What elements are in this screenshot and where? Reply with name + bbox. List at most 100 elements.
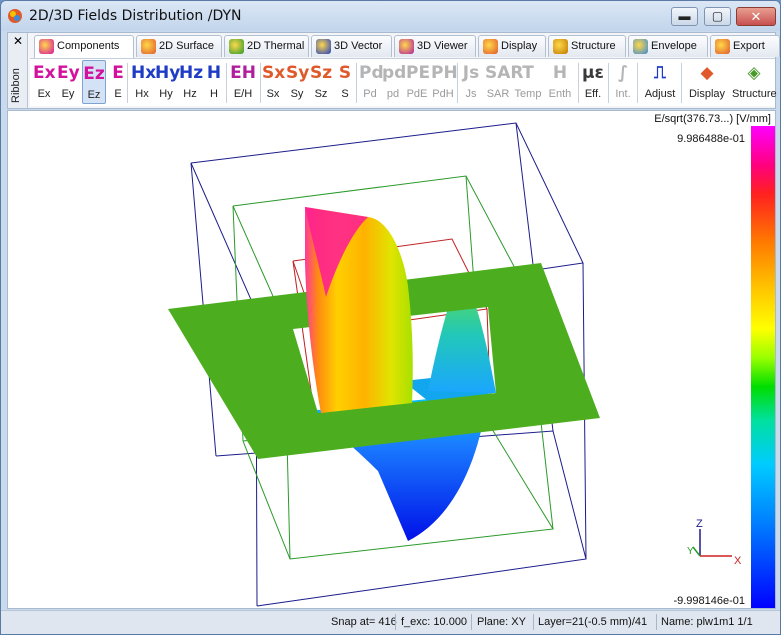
status-plane: Plane: XY: [477, 616, 526, 628]
component-button-sar[interactable]: SAR SAR: [485, 60, 524, 104]
component-glyph-icon: pd: [382, 63, 407, 83]
component-button-label: Hy: [159, 88, 173, 100]
tab-display[interactable]: Display: [478, 35, 546, 57]
component-button-label: Hz: [183, 88, 197, 100]
status-snap: Snap at= 416: [331, 616, 397, 628]
component-glyph-icon: Hy: [155, 63, 181, 83]
tab-label: 3D Viewer: [417, 40, 468, 52]
component-button-ey[interactable]: Ey Ey: [57, 60, 80, 104]
component-button-sx[interactable]: Sx Sx: [262, 60, 286, 104]
component-button-ez[interactable]: Ez Ez: [82, 60, 106, 104]
minimize-icon: ▬: [678, 9, 691, 23]
component-glyph-icon: T: [522, 63, 534, 83]
component-button-hz[interactable]: Hz Hz: [179, 60, 204, 104]
component-button-js[interactable]: Js Js: [460, 60, 482, 104]
ribbon: ✕ Ribbon Components 2D Surface 2D Thermal 3…: [7, 32, 780, 109]
structure-icon: [553, 39, 568, 54]
tab-envelope[interactable]: Envelope: [628, 35, 708, 57]
component-button-label: Pd: [363, 88, 377, 100]
tab-label: 2D Surface: [159, 40, 215, 52]
component-button-e-h[interactable]: EH E/H: [228, 60, 258, 104]
tab-export[interactable]: Export: [710, 35, 780, 57]
colorbar-max-value: 9.986488e-01: [677, 133, 745, 145]
maximize-button[interactable]: ▢: [704, 7, 731, 26]
component-glyph-icon: S: [338, 63, 352, 83]
axis-y-label: Y: [687, 546, 694, 557]
component-button-sz[interactable]: Sz Sz: [310, 60, 332, 104]
display-icon: [483, 39, 498, 54]
toolbar-separator: [226, 63, 227, 103]
toolbar-separator: [356, 63, 357, 103]
component-button-pd[interactable]: Pd Pd: [359, 60, 384, 104]
close-button[interactable]: ✕: [736, 7, 776, 26]
component-glyph-icon: Sx: [262, 63, 286, 83]
component-button-hy[interactable]: Hy Hy: [155, 60, 181, 104]
component-button-label: E: [114, 88, 122, 100]
component-button-structure[interactable]: ◈ Structure: [732, 60, 777, 104]
fields-distribution-window: 2D/3D Fields Distribution /DYN ▬ ▢ ✕ ✕ R…: [0, 0, 781, 635]
tab-3d-vector[interactable]: 3D Vector: [311, 35, 392, 57]
component-button-temp[interactable]: T Temp: [513, 60, 543, 104]
component-glyph-icon: Sy: [286, 63, 310, 83]
tab-label: Export: [733, 40, 765, 52]
component-button-pdh[interactable]: PH PdH: [431, 60, 458, 104]
tab-structure[interactable]: Structure: [548, 35, 626, 57]
tab-3d-viewer[interactable]: 3D Viewer: [394, 35, 476, 57]
component-button-pd[interactable]: pd pd: [382, 60, 407, 104]
component-button-hx[interactable]: Hx Hx: [131, 60, 156, 104]
component-button-enth[interactable]: H Enth: [546, 60, 574, 104]
component-button-label: H: [210, 88, 218, 100]
tab-components[interactable]: Components: [34, 35, 134, 58]
component-button-adjust[interactable]: ⎍ Adjust: [640, 60, 680, 104]
toolbar-separator: [260, 63, 261, 103]
component-button-int-[interactable]: ∫ Int.: [610, 60, 636, 104]
component-button-label: Ez: [87, 89, 101, 101]
minimize-button[interactable]: ▬: [671, 7, 698, 26]
component-button-display[interactable]: ◆ Display: [686, 60, 728, 104]
axis-x-label: X: [734, 555, 742, 567]
component-glyph-icon: Hz: [179, 63, 204, 83]
thermal-icon: [229, 39, 244, 54]
3d-field-viewport[interactable]: Z X Y E/sqrt(376.73...) [V/mm] 9.986488e…: [7, 110, 776, 609]
component-button-e[interactable]: EE: [107, 60, 129, 104]
tab-label: 3D Vector: [334, 40, 383, 52]
component-button-sy[interactable]: Sy Sy: [286, 60, 310, 104]
status-divider: [471, 614, 472, 630]
title-bar[interactable]: 2D/3D Fields Distribution /DYN ▬ ▢ ✕: [1, 1, 780, 31]
component-button-pde[interactable]: PE PdE: [406, 60, 430, 104]
component-glyph-icon: SAR: [485, 63, 524, 83]
component-button-eff-[interactable]: με Eff.: [580, 60, 606, 104]
axis-triad: Z X Y: [687, 518, 742, 567]
export-icon: [715, 39, 730, 54]
component-button-label: Sx: [266, 88, 280, 100]
colorbar-min-value: -9.998146e-01: [673, 595, 745, 607]
field-plot-3d[interactable]: Z X Y: [8, 111, 776, 609]
component-glyph-icon: Pd: [359, 63, 384, 83]
surface-icon: [141, 39, 156, 54]
component-button-label: PdH: [432, 88, 454, 100]
component-button-label: Ey: [61, 88, 75, 100]
component-glyph-icon: ◆: [700, 63, 714, 83]
component-button-label: PdE: [406, 88, 428, 100]
component-button-h[interactable]: HH: [203, 60, 225, 104]
maximize-icon: ▢: [711, 9, 724, 23]
vector-icon: [316, 39, 331, 54]
component-button-label: E/H: [233, 88, 253, 100]
component-glyph-icon: H: [552, 63, 568, 83]
status-divider: [395, 614, 396, 630]
axis-z-label: Z: [696, 518, 703, 530]
ribbon-close-icon[interactable]: ✕: [13, 34, 23, 48]
component-glyph-icon: Ey: [57, 63, 80, 83]
tab-2d-thermal[interactable]: 2D Thermal: [224, 35, 309, 57]
window-title: 2D/3D Fields Distribution /DYN: [29, 8, 242, 24]
status-divider: [533, 614, 534, 630]
component-button-ex[interactable]: Ex Ex: [33, 60, 56, 104]
component-button-label: Js: [465, 88, 477, 100]
component-button-label: Adjust: [644, 88, 676, 100]
component-glyph-icon: ⎍: [654, 63, 666, 83]
component-button-s[interactable]: SS: [334, 60, 356, 104]
tab-2d-surface[interactable]: 2D Surface: [136, 35, 222, 57]
toolbar-separator: [578, 63, 579, 103]
component-button-label: Display: [688, 88, 726, 100]
ribbon-side-label: Ribbon: [10, 68, 22, 103]
